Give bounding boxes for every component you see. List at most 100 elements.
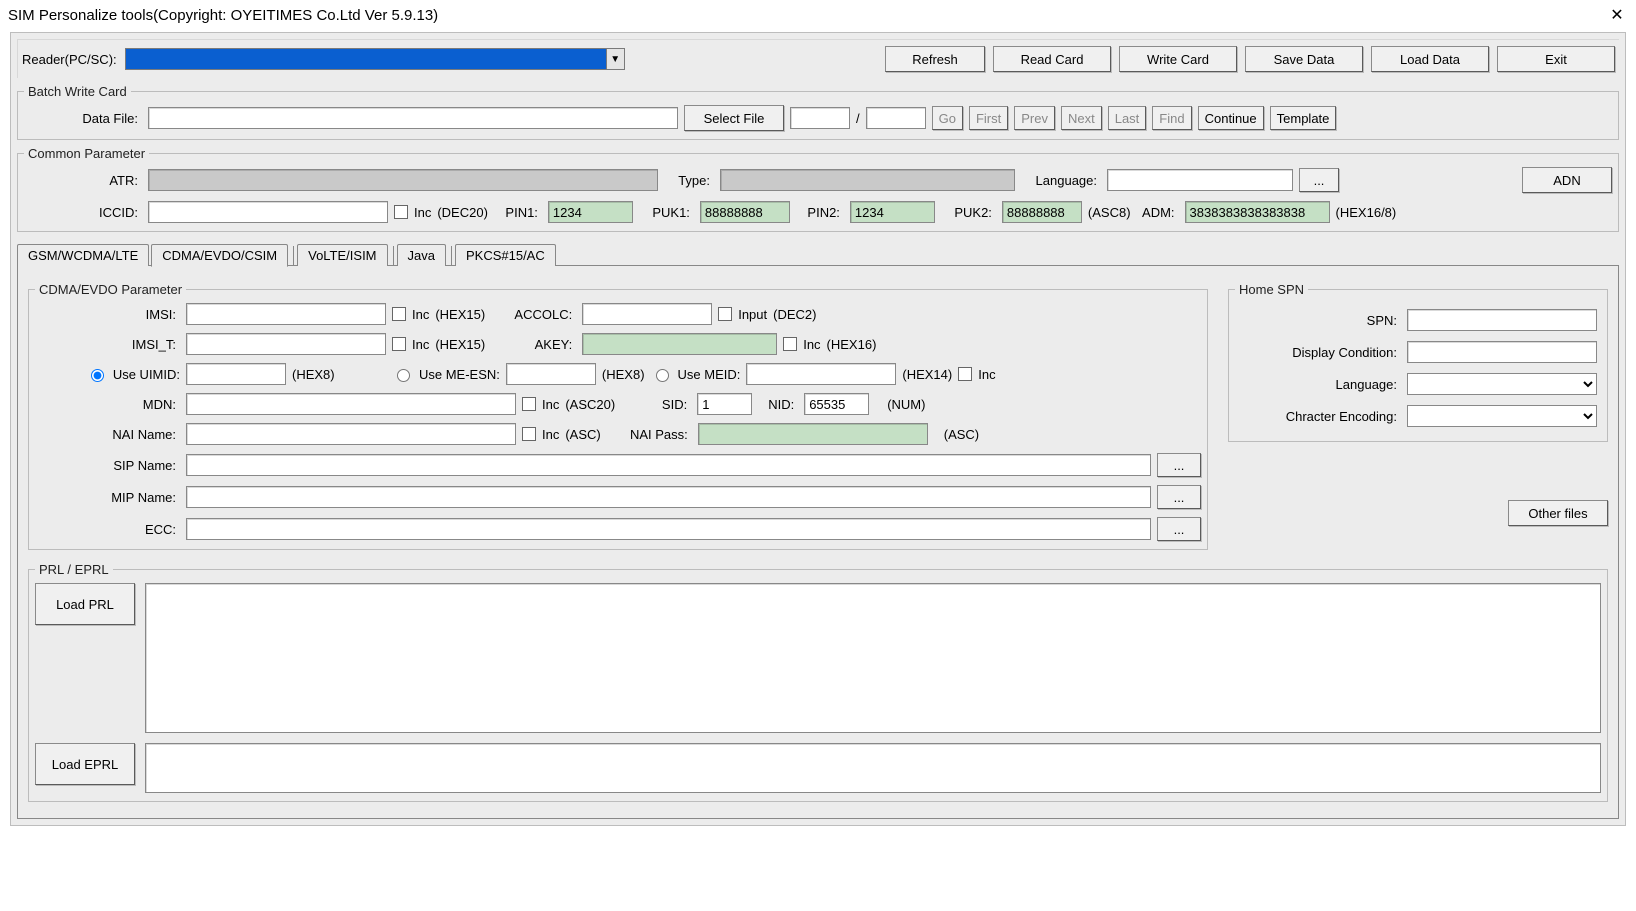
pin2-input[interactable] [850,201,935,223]
language-input[interactable] [1107,169,1293,191]
nai-name-inc-checkbox[interactable] [522,427,536,441]
spn-language-label: Language: [1239,377,1401,392]
next-button[interactable]: Next [1061,106,1102,130]
use-me-esn-radio[interactable] [397,369,410,382]
accolc-dec2-label: (DEC2) [773,307,816,322]
load-eprl-button[interactable]: Load EPRL [35,743,135,785]
puk1-input[interactable] [700,201,790,223]
mdn-input[interactable] [186,393,516,415]
first-button[interactable]: First [969,106,1008,130]
meid-inc-checkbox[interactable] [958,367,972,381]
reader-dropdown[interactable]: ▼ [125,48,625,70]
save-data-button[interactable]: Save Data [1245,46,1363,72]
accolc-label: ACCOLC: [491,307,576,322]
tab-cdma-evdo-csim[interactable]: CDMA/EVDO/CSIM [151,244,288,267]
common-legend: Common Parameter [24,146,149,161]
batch-index-a[interactable] [790,107,850,129]
tab-gsm-wcdma-lte[interactable]: GSM/WCDMA/LTE [17,244,149,266]
iccid-inc-checkbox[interactable] [394,205,408,219]
tab-volte-isim[interactable]: VoLTE/ISIM [297,244,387,266]
atr-label: ATR: [24,173,142,188]
tab-java[interactable]: Java [397,244,446,266]
mip-name-browse-button[interactable]: ... [1157,485,1201,509]
display-condition-label: Display Condition: [1239,345,1401,360]
batch-slash: / [856,111,860,126]
use-meid-radio[interactable] [656,369,669,382]
ecc-input[interactable] [186,518,1151,540]
nid-input[interactable] [804,393,869,415]
template-button[interactable]: Template [1270,106,1337,130]
imsit-input[interactable] [186,333,386,355]
akey-inc-checkbox[interactable] [783,337,797,351]
eprl-textarea[interactable] [145,743,1601,793]
adm-input[interactable] [1185,201,1330,223]
iccid-input[interactable] [148,201,388,223]
ecc-browse-button[interactable]: ... [1157,517,1201,541]
use-uimid-radio[interactable] [91,369,104,382]
display-condition-input[interactable] [1407,341,1597,363]
mdn-inc-checkbox[interactable] [522,397,536,411]
prl-textarea[interactable] [145,583,1601,733]
akey-hex16-label: (HEX16) [827,337,877,352]
load-data-button[interactable]: Load Data [1371,46,1489,72]
write-card-button[interactable]: Write Card [1119,46,1237,72]
go-button[interactable]: Go [932,106,963,130]
accolc-input[interactable] [582,303,712,325]
window-title: SIM Personalize tools(Copyright: OYEITIM… [8,7,438,24]
sid-input[interactable] [697,393,752,415]
me-esn-input[interactable] [506,363,596,385]
select-file-button[interactable]: Select File [684,105,784,131]
accolc-input-checkbox[interactable] [718,307,732,321]
read-card-button[interactable]: Read Card [993,46,1111,72]
prev-button[interactable]: Prev [1014,106,1055,130]
mdn-label: MDN: [35,397,180,412]
use-me-esn-label: Use ME-ESN: [419,367,500,382]
close-icon[interactable]: ✕ [1606,4,1628,26]
imsit-inc-checkbox[interactable] [392,337,406,351]
meid-hex14-label: (HEX14) [902,367,952,382]
puk2-input[interactable] [1002,201,1082,223]
adm-hex-label: (HEX16/8) [1336,205,1397,220]
imsi-inc-label: Inc [412,307,429,322]
sip-name-input[interactable] [186,454,1151,476]
akey-input[interactable] [582,333,777,355]
use-uimid-label: Use UIMID: [113,367,180,382]
meid-input[interactable] [746,363,896,385]
imsi-input[interactable] [186,303,386,325]
exit-button[interactable]: Exit [1497,46,1615,72]
mdn-inc-label: Inc [542,397,559,412]
cdma-evdo-group: CDMA/EVDO Parameter IMSI: Inc (HEX15) AC… [28,282,1208,550]
data-file-input[interactable] [148,107,678,129]
mip-name-input[interactable] [186,486,1151,508]
adn-button[interactable]: ADN [1522,167,1612,193]
pin1-input[interactable] [548,201,633,223]
home-spn-group: Home SPN SPN: Display Condition: Languag… [1228,282,1608,442]
tab-pkcs15-ac[interactable]: PKCS#15/AC [455,244,556,266]
pin2-label: PIN2: [796,205,844,220]
language-label: Language: [1021,173,1101,188]
nai-name-inc-label: Inc [542,427,559,442]
other-files-button[interactable]: Other files [1508,500,1608,526]
language-browse-button[interactable]: ... [1299,168,1339,192]
spn-label: SPN: [1239,313,1401,328]
sip-name-browse-button[interactable]: ... [1157,453,1201,477]
meid-inc-label: Inc [978,367,995,382]
refresh-button[interactable]: Refresh [885,46,985,72]
chevron-down-icon[interactable]: ▼ [606,49,624,69]
load-prl-button[interactable]: Load PRL [35,583,135,625]
imsi-inc-checkbox[interactable] [392,307,406,321]
find-button[interactable]: Find [1152,106,1191,130]
batch-index-b[interactable] [866,107,926,129]
akey-inc-label: Inc [803,337,820,352]
common-parameter-group: Common Parameter ATR: Type: Language: ..… [17,146,1619,232]
char-encoding-select[interactable] [1407,405,1597,427]
prl-eprl-group: PRL / EPRL Load PRL Load EPRL [28,562,1608,802]
nai-name-input[interactable] [186,423,516,445]
spn-input[interactable] [1407,309,1597,331]
nai-pass-input[interactable] [698,423,928,445]
spn-language-select[interactable] [1407,373,1597,395]
last-button[interactable]: Last [1108,106,1147,130]
uimid-input[interactable] [186,363,286,385]
continue-button[interactable]: Continue [1198,106,1264,130]
adm-label: ADM: [1137,205,1179,220]
